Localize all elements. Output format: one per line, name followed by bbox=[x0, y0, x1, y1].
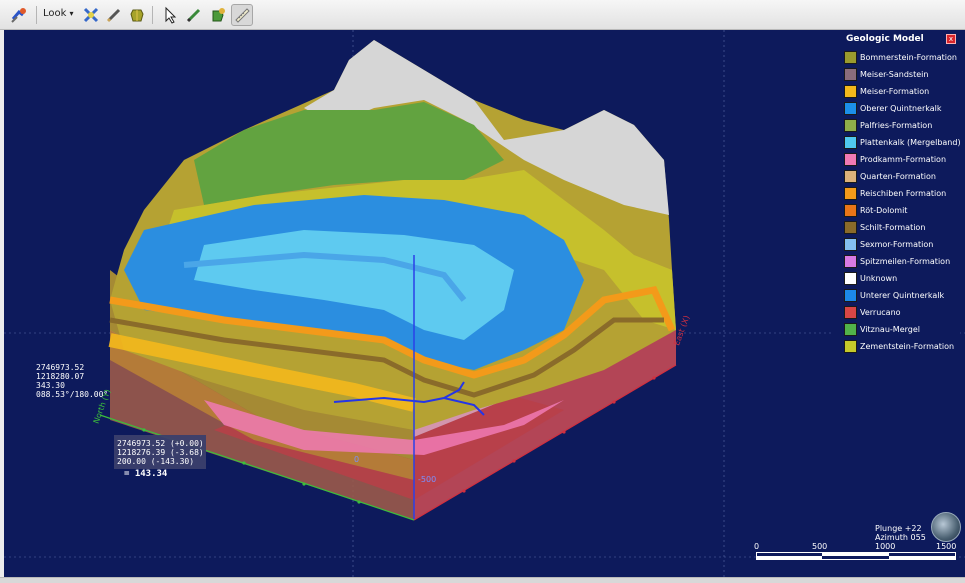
legend-label: Schilt-Formation bbox=[860, 222, 926, 232]
legend-swatch bbox=[844, 101, 857, 115]
geologic-model-icon[interactable] bbox=[8, 4, 30, 26]
legend-item: Röt-Dolomit bbox=[844, 202, 907, 218]
cursor-orientation: 088.53°/180.00° bbox=[36, 390, 109, 399]
chevron-down-icon: ▾ bbox=[69, 9, 74, 18]
legend-swatch bbox=[844, 288, 857, 302]
pick-x: 2746973.52 (+0.00) bbox=[117, 439, 204, 448]
legend-item: Oberer Quintnerkalk bbox=[844, 100, 942, 116]
edit-pencil-icon[interactable] bbox=[183, 4, 205, 26]
legend-label: Oberer Quintnerkalk bbox=[860, 103, 942, 113]
legend-swatch bbox=[844, 84, 857, 98]
legend-label: Meiser-Sandstein bbox=[860, 69, 929, 79]
legend-item: Zementstein-Formation bbox=[844, 338, 954, 354]
pointer-icon[interactable] bbox=[159, 4, 181, 26]
legend-swatch bbox=[844, 254, 857, 268]
legend-swatch bbox=[844, 186, 857, 200]
pick-z: 200.00 (-143.30) bbox=[117, 457, 195, 466]
legend-label: Reischiben Formation bbox=[860, 188, 947, 198]
legend-swatch bbox=[844, 169, 857, 183]
legend-swatch bbox=[844, 152, 857, 166]
azimuth-value: Azimuth 055 bbox=[875, 533, 926, 542]
toolbar: Look ▾ bbox=[0, 0, 965, 30]
toolbar-separator bbox=[152, 6, 153, 24]
zero-label: 0 bbox=[354, 455, 360, 464]
legend-swatch bbox=[844, 118, 857, 132]
legend-label: Prodkamm-Formation bbox=[860, 154, 947, 164]
status-bar bbox=[0, 577, 965, 583]
measure-pencil-icon[interactable] bbox=[103, 4, 125, 26]
legend-label: Unknown bbox=[860, 273, 898, 283]
legend-item: Unterer Quintnerkalk bbox=[844, 287, 944, 303]
cursor-z: 343.30 bbox=[36, 381, 65, 390]
legend-item: Unknown bbox=[844, 270, 897, 286]
legend-label: Quarten-Formation bbox=[860, 171, 936, 181]
legend-item: Reischiben Formation bbox=[844, 185, 946, 201]
legend-label: Sexmor-Formation bbox=[860, 239, 934, 249]
legend-item: Spitzmeilen-Formation bbox=[844, 253, 950, 269]
cursor-readout: 2746973.52 1218280.07 343.30 088.53°/180… bbox=[36, 363, 108, 399]
legend-label: Plattenkalk (Mergelband) bbox=[860, 137, 961, 147]
legend-swatch bbox=[844, 305, 857, 319]
legend-item: Meiser-Formation bbox=[844, 83, 929, 99]
cursor-x: 2746973.52 bbox=[36, 363, 85, 372]
legend-swatch bbox=[844, 67, 857, 81]
legend-item: Bommerstein-Formation bbox=[844, 49, 957, 65]
legend-item: Verrucano bbox=[844, 304, 901, 320]
legend-swatch bbox=[844, 322, 857, 336]
close-icon[interactable]: x bbox=[946, 34, 956, 44]
scale-bar bbox=[756, 552, 956, 560]
toolbar-separator bbox=[36, 6, 37, 24]
legend-item: Meiser-Sandstein bbox=[844, 66, 928, 82]
legend-label: Röt-Dolomit bbox=[860, 205, 908, 215]
cube-pick-icon[interactable] bbox=[207, 4, 229, 26]
scale-tick-0: 0 bbox=[754, 542, 760, 551]
legend-label: Unterer Quintnerkalk bbox=[860, 290, 945, 300]
cursor-y: 1218280.07 bbox=[36, 372, 85, 381]
legend-swatch bbox=[844, 50, 857, 64]
legend-label: Bommerstein-Formation bbox=[860, 52, 957, 62]
pick-readout: 2746973.52 (+0.00) 1218276.39 (-3.68) 20… bbox=[117, 439, 204, 466]
geologic-model-legend: Geologic Model x Bommerstein-Formation Me… bbox=[832, 30, 961, 360]
legend-item: Plattenkalk (Mergelband) bbox=[844, 134, 961, 150]
legend-swatch bbox=[844, 203, 857, 217]
legend-swatch bbox=[844, 271, 857, 285]
legend-label: Verrucano bbox=[860, 307, 901, 317]
legend-item: Quarten-Formation bbox=[844, 168, 936, 184]
legend-label: Palfries-Formation bbox=[860, 120, 933, 130]
scale-tick-500: 500 bbox=[812, 542, 828, 551]
look-label: Look bbox=[43, 8, 67, 19]
ruler-icon[interactable] bbox=[231, 4, 253, 26]
3d-viewport[interactable]: North (Y) East (X) -500 0 2746973.52 121… bbox=[4, 30, 965, 577]
look-dropdown[interactable]: Look ▾ bbox=[43, 8, 73, 19]
compass-globe-icon[interactable] bbox=[931, 512, 961, 542]
pick-distance: = 143.34 bbox=[124, 469, 168, 479]
pick-y: 1218276.39 (-3.68) bbox=[117, 448, 204, 457]
legend-swatch bbox=[844, 339, 857, 353]
scale-tick-1500: 1500 bbox=[936, 542, 957, 551]
legend-item: Vitznau-Mergel bbox=[844, 321, 920, 337]
legend-title: Geologic Model bbox=[846, 34, 924, 44]
legend-label: Vitznau-Mergel bbox=[860, 324, 920, 334]
legend-item: Schilt-Formation bbox=[844, 219, 925, 235]
legend-swatch bbox=[844, 220, 857, 234]
legend-label: Zementstein-Formation bbox=[860, 341, 955, 351]
legend-label: Spitzmeilen-Formation bbox=[860, 256, 951, 266]
legend-item: Palfries-Formation bbox=[844, 117, 932, 133]
cube-rotate-icon[interactable] bbox=[126, 4, 148, 26]
legend-swatch bbox=[844, 237, 857, 251]
scale-tick-1000: 1000 bbox=[875, 542, 896, 551]
legend-item: Sexmor-Formation bbox=[844, 236, 933, 252]
legend-label: Meiser-Formation bbox=[860, 86, 930, 96]
legend-swatch bbox=[844, 135, 857, 149]
legend-item: Prodkamm-Formation bbox=[844, 151, 946, 167]
orientation-readout: Plunge +22 Azimuth 055 bbox=[875, 524, 926, 542]
select-tool-icon[interactable] bbox=[80, 4, 102, 26]
plunge-value: Plunge +22 bbox=[875, 524, 922, 533]
geologic-model-render bbox=[4, 30, 965, 577]
z-axis-label: -500 bbox=[418, 475, 437, 484]
